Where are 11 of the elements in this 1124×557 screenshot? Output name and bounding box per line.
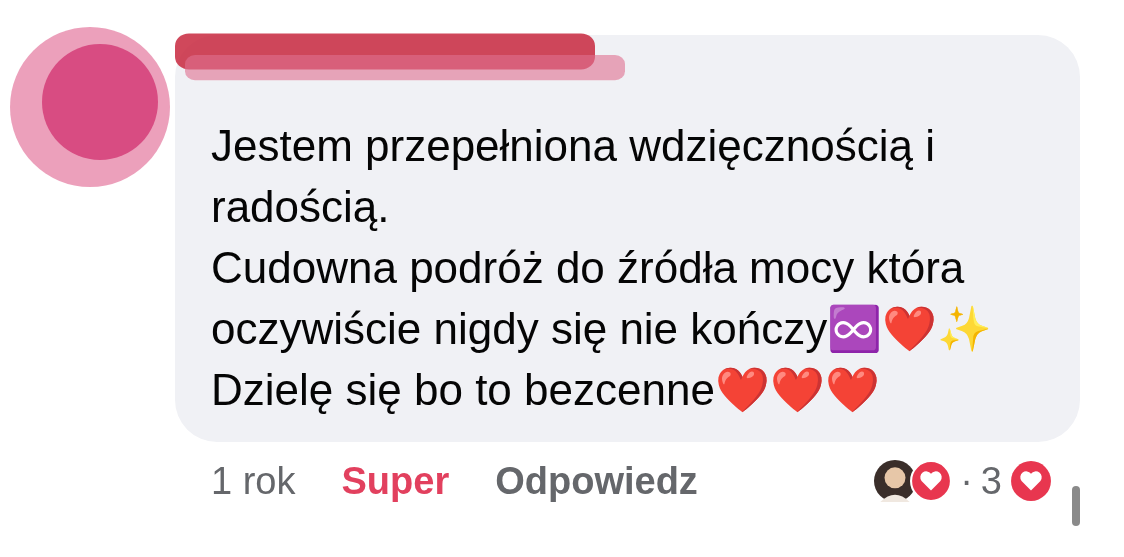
separator-dot: · [960,459,973,503]
comment-text: Dzielę się bo to bezcenne❤❤❤ [211,364,881,416]
scroll-bar [1072,486,1080,526]
comment-action-link[interactable]: Odpowiedz [495,459,698,503]
comment-action-link[interactable]: Super [341,459,450,503]
comment-text: Jestem przepełniona wdzięcznością i radością. [211,120,936,233]
comment-text: Cudowna podróż do źródła mocy która oczywiście nigdy się nie kończy♾❤✨ [211,242,994,355]
comment-time: 1 rok [211,459,296,503]
heart-reaction-icon [910,460,953,502]
reaction-count: 3 [980,459,1002,503]
heart-reaction-icon [1010,460,1052,502]
